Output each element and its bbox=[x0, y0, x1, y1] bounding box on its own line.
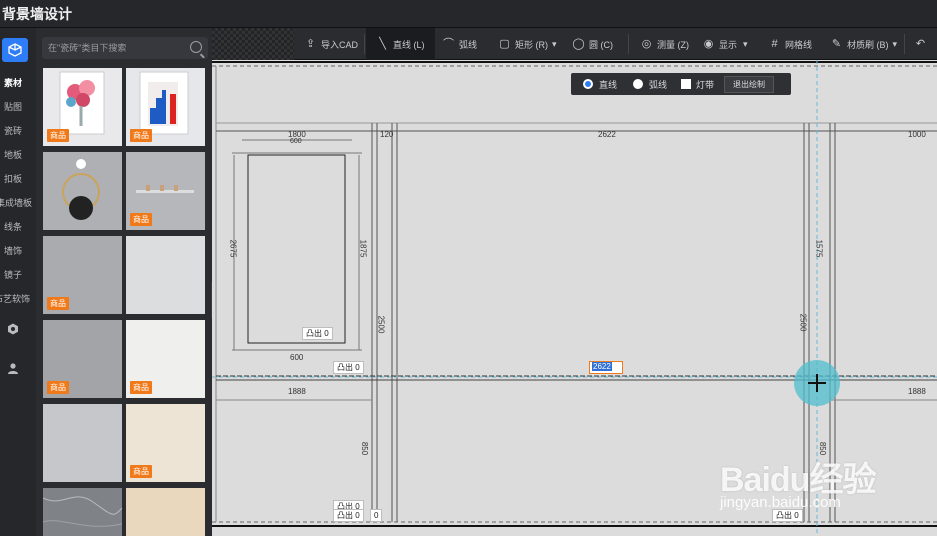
user-icon[interactable] bbox=[6, 362, 20, 376]
search-box bbox=[42, 37, 208, 59]
app-title: 背景墙设计 bbox=[2, 6, 72, 22]
measure-icon: ◎ bbox=[641, 37, 652, 50]
category-rail: 素材 贴图 瓷砖 地板 扣板 集成墙板 线条 墙饰 镜子 布艺软饰 bbox=[0, 28, 36, 536]
rail-item-molding[interactable]: 线条 bbox=[0, 220, 36, 233]
light-strip-label: 灯带 bbox=[696, 79, 715, 90]
product-tag: 商品 bbox=[130, 465, 152, 478]
offset-field-door[interactable]: 凸出 0 bbox=[302, 327, 333, 340]
product-tag: 商品 bbox=[130, 213, 152, 226]
measure-tool-button[interactable]: ◎ 测量 (Z) bbox=[640, 28, 689, 60]
exit-draw-button[interactable]: 退出绘制 bbox=[724, 75, 775, 93]
library-tile-blue-stairs-frame[interactable]: 商品 bbox=[126, 68, 205, 146]
rail-item-material[interactable]: 素材 bbox=[0, 76, 36, 89]
display-menu-button[interactable]: ◉ 显示 ▾ bbox=[702, 28, 748, 60]
circle-tool-button[interactable]: ◯ 圆 (C) bbox=[572, 28, 613, 60]
light-strip-checkbox[interactable] bbox=[681, 79, 692, 89]
chevron-down-icon: ▾ bbox=[552, 38, 557, 49]
dim-label-2500-a: 2500 bbox=[376, 315, 386, 334]
crosshair-cursor-icon bbox=[808, 374, 826, 392]
rail-item-wall-decor[interactable]: 墙饰 bbox=[0, 244, 36, 257]
dim-label-1888-left: 1888 bbox=[288, 387, 306, 396]
offset-field-mid[interactable]: 凸出 0 bbox=[333, 361, 364, 374]
product-tag: 商品 bbox=[130, 129, 152, 142]
undo-icon: ↶ bbox=[915, 37, 926, 50]
library-tile-wall-shelf[interactable]: 商品 bbox=[126, 152, 205, 230]
library-tile-round-mirror[interactable] bbox=[43, 152, 122, 230]
rail-item-mirror[interactable]: 镜子 bbox=[0, 268, 36, 281]
hexagon-icon[interactable] bbox=[6, 323, 20, 337]
rail-item-tile[interactable]: 瓷砖 bbox=[0, 124, 36, 137]
product-tag: 商品 bbox=[47, 129, 69, 142]
product-tag: 商品 bbox=[130, 381, 152, 394]
line-length-input[interactable]: 2622 bbox=[589, 361, 623, 374]
rail-item-texture[interactable]: 贴图 bbox=[0, 100, 36, 113]
search-input[interactable] bbox=[42, 37, 182, 59]
rail-item-integrated-panel[interactable]: 集成墙板 bbox=[0, 196, 32, 209]
rail-item-fabric[interactable]: 布艺软饰 bbox=[0, 292, 30, 305]
dim-label-850: 850 bbox=[360, 441, 370, 456]
rail-item-floor[interactable]: 地板 bbox=[0, 148, 36, 161]
grid-toggle-button[interactable]: # 网格线 bbox=[768, 28, 812, 60]
line-tool-button[interactable]: ╲ 直线 (L) bbox=[366, 28, 435, 60]
upload-icon: ⇪ bbox=[305, 37, 316, 50]
line-mode-radio[interactable] bbox=[583, 79, 593, 89]
arc-icon: ⌒ bbox=[443, 37, 454, 50]
dim-label-1575: 1575 bbox=[814, 239, 824, 258]
arc-mode-label: 弧线 bbox=[649, 79, 668, 90]
brush-icon: ✎ bbox=[831, 37, 842, 50]
dim-label-600-top: 600 bbox=[290, 138, 302, 145]
dim-label-1888-right: 1888 bbox=[908, 387, 926, 396]
library-tile-light-grey-texture[interactable] bbox=[126, 236, 205, 314]
material-library: 商品 商品 商品 商品 商品 商品 商品 bbox=[36, 28, 212, 536]
library-tile-marble[interactable] bbox=[43, 488, 122, 536]
rect-tool-button[interactable]: ▢ 矩形 (R) ▾ bbox=[498, 28, 557, 60]
library-tile-flower-frame[interactable]: 商品 bbox=[43, 68, 122, 146]
import-cad-button[interactable]: ⇪ 导入CAD bbox=[304, 28, 358, 60]
dim-label-1000: 1000 bbox=[908, 130, 926, 139]
library-tile-pale-grey[interactable] bbox=[43, 404, 122, 482]
title-bar: 背景墙设计 bbox=[0, 0, 937, 28]
offset-field-bottom-b[interactable]: 凸出 0 bbox=[333, 509, 364, 522]
app-window: 背景墙设计 素材 贴图 瓷砖 地板 扣板 集成墙板 线条 墙饰 镜子 布艺软饰 … bbox=[0, 0, 937, 536]
offset-field-bottom-c[interactable]: 0 bbox=[370, 509, 383, 522]
line-icon: ╲ bbox=[379, 37, 386, 50]
search-icon[interactable] bbox=[190, 41, 202, 53]
arc-tool-button[interactable]: ⌒ 弧线 bbox=[442, 28, 477, 60]
arc-mode-radio[interactable] bbox=[633, 79, 644, 89]
toolbar-pattern bbox=[212, 28, 294, 60]
rectangle-icon: ▢ bbox=[499, 37, 510, 50]
dim-label-600-bottom: 600 bbox=[290, 353, 304, 362]
eye-icon: ◉ bbox=[703, 37, 714, 50]
cube-icon[interactable] bbox=[2, 38, 28, 62]
material-brush-button[interactable]: ✎ 材质刷 (B) ▾ bbox=[830, 28, 897, 60]
dim-label-2622: 2622 bbox=[598, 130, 616, 139]
dim-label-1875: 1875 bbox=[358, 239, 368, 258]
library-tile-beige[interactable] bbox=[126, 488, 205, 536]
grid-icon: # bbox=[771, 37, 778, 50]
watermark-url: jingyan.baidu.com bbox=[720, 494, 841, 511]
chevron-down-icon: ▾ bbox=[892, 38, 898, 49]
library-tile-cream-texture[interactable]: 商品 bbox=[126, 404, 205, 482]
circle-icon: ◯ bbox=[572, 37, 585, 50]
chevron-down-icon: ▾ bbox=[743, 38, 748, 49]
dim-label-2500-b: 2500 bbox=[798, 313, 808, 332]
product-tag: 商品 bbox=[47, 297, 69, 310]
draw-mode-bar: 直线 弧线 灯带 退出绘制 bbox=[571, 73, 791, 95]
dim-label-2675: 2675 bbox=[228, 239, 238, 258]
drawing-toolbar: ⇪ 导入CAD ╲ 直线 (L) ⌒ 弧线 ▢ 矩形 (R) ▾ ◯ 圆 (C)… bbox=[212, 28, 937, 60]
product-tag: 商品 bbox=[47, 381, 69, 394]
line-mode-label: 直线 bbox=[599, 79, 618, 90]
library-tile-mid-grey-texture[interactable]: 商品 bbox=[43, 320, 122, 398]
undo-button[interactable]: ↶ bbox=[914, 28, 931, 60]
dim-label-120: 120 bbox=[380, 130, 394, 139]
library-tile-white-texture[interactable]: 商品 bbox=[126, 320, 205, 398]
library-tile-grey-texture[interactable]: 商品 bbox=[43, 236, 122, 314]
rail-item-panel[interactable]: 扣板 bbox=[0, 172, 36, 185]
